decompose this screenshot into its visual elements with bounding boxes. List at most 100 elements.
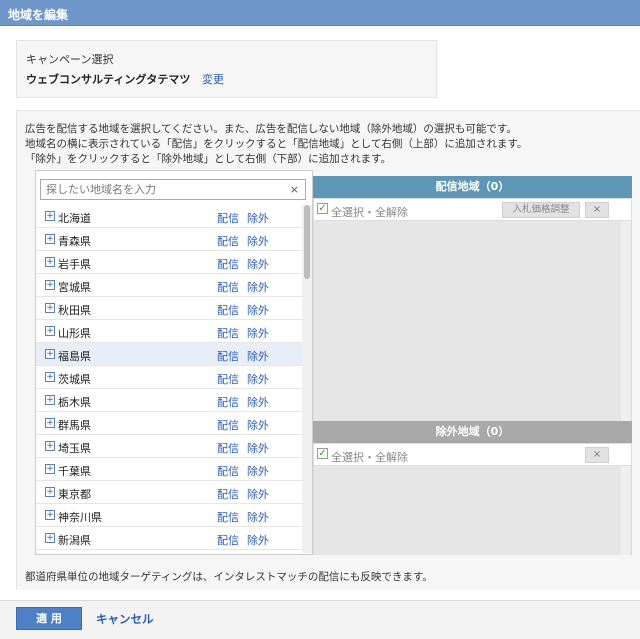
expand-icon[interactable]: + (45, 326, 55, 336)
delivery-remove-button[interactable]: × (585, 202, 609, 218)
region-row: + 岩手県 配信 除外 (36, 251, 302, 274)
expand-icon[interactable]: + (45, 464, 55, 474)
apply-button[interactable]: 適 用 (16, 607, 82, 630)
region-name: 秋田県 (58, 304, 91, 317)
region-name: 神奈川県 (58, 511, 102, 524)
deliver-link[interactable]: 配信 (217, 210, 239, 226)
region-row: + 青森県 配信 除外 (36, 228, 302, 251)
exclusion-toolbar: ✓ 全選択・全解除 × (313, 443, 632, 466)
exclude-link[interactable]: 除外 (247, 371, 269, 387)
delivery-select-all[interactable]: 全選択・全解除 (331, 204, 408, 220)
region-name: 宮城県 (58, 281, 91, 294)
region-name: 栃木県 (58, 396, 91, 409)
deliver-link[interactable]: 配信 (217, 509, 239, 525)
deliver-link[interactable]: 配信 (217, 256, 239, 272)
scrollbar-thumb[interactable] (304, 205, 310, 279)
expand-icon[interactable]: + (45, 395, 55, 405)
expand-icon[interactable]: + (45, 418, 55, 428)
exclude-link[interactable]: 除外 (247, 440, 269, 456)
expand-icon[interactable]: + (45, 533, 55, 543)
region-name: 茨城県 (58, 373, 91, 386)
campaign-name: ウェブコンサルティングタテマツ (26, 73, 191, 86)
exclude-link[interactable]: 除外 (247, 302, 269, 318)
cancel-link[interactable]: キャンセル (96, 611, 154, 627)
footer-bar: 適 用 キャンセル (0, 600, 640, 639)
region-name: 群馬県 (58, 419, 91, 432)
region-list-panel: × +北海道配信除外+青森県配信除外+岩手県配信除外+宮城県配信除外+秋田県配信… (35, 170, 313, 555)
region-row: + 群馬県 配信 除外 (36, 412, 302, 435)
region-name: 千葉県 (58, 465, 91, 478)
region-row: + 茨城県 配信 除外 (36, 366, 302, 389)
region-row: + 埼玉県 配信 除外 (36, 435, 302, 458)
region-row: + 福島県 配信 除外 (36, 343, 302, 366)
region-row: + 東京都 配信 除外 (36, 481, 302, 504)
region-name: 埼玉県 (58, 442, 91, 455)
exclude-link[interactable]: 除外 (247, 210, 269, 226)
exclusion-area-scrollbar[interactable] (621, 466, 630, 555)
region-row: + 千葉県 配信 除外 (36, 458, 302, 481)
instruction-line-1: 広告を配信する地域を選択してください。また、広告を配信しない地域（除外地域）の選… (25, 123, 517, 135)
region-name: 北海道 (58, 212, 91, 225)
exclude-link[interactable]: 除外 (247, 417, 269, 433)
region-row: + 北海道 配信 除外 (36, 205, 302, 228)
deliver-link[interactable]: 配信 (217, 233, 239, 249)
exclude-link[interactable]: 除外 (247, 463, 269, 479)
deliver-link[interactable]: 配信 (217, 302, 239, 318)
exclude-link[interactable]: 除外 (247, 256, 269, 272)
expand-icon[interactable]: + (45, 349, 55, 359)
region-row: + 栃木県 配信 除外 (36, 389, 302, 412)
window-title-bar: 地域を編集 (0, 0, 640, 26)
instruction-line-3: 「除外」をクリックすると「除外地域」として右側（下部）に追加されます。 (25, 153, 392, 165)
region-search-input[interactable] (41, 180, 281, 199)
exclude-link[interactable]: 除外 (247, 394, 269, 410)
exclude-link[interactable]: 除外 (247, 532, 269, 548)
deliver-link[interactable]: 配信 (217, 440, 239, 456)
region-name: 岩手県 (58, 258, 91, 271)
expand-icon[interactable]: + (45, 211, 55, 221)
exclude-link[interactable]: 除外 (247, 509, 269, 525)
deliver-link[interactable]: 配信 (217, 325, 239, 341)
exclude-link[interactable]: 除外 (247, 325, 269, 341)
bid-adjust-button[interactable]: 入札価格調整 (502, 202, 580, 218)
exclude-link[interactable]: 除外 (247, 486, 269, 502)
campaign-change-link[interactable]: 変更 (202, 71, 224, 87)
expand-icon[interactable]: + (45, 487, 55, 497)
deliver-link[interactable]: 配信 (217, 417, 239, 433)
delivery-regions-header: 配信地域（0） (313, 176, 632, 198)
checkbox-icon[interactable]: ✓ (317, 203, 328, 214)
region-editor-panel: 広告を配信する地域を選択してください。また、広告を配信しない地域（除外地域）の選… (16, 110, 640, 590)
exclude-link[interactable]: 除外 (247, 279, 269, 295)
region-row: + 宮城県 配信 除外 (36, 274, 302, 297)
deliver-link[interactable]: 配信 (217, 279, 239, 295)
expand-icon[interactable]: + (45, 510, 55, 520)
excluded-regions-area (313, 466, 632, 555)
deliver-link[interactable]: 配信 (217, 532, 239, 548)
region-name: 新潟県 (58, 534, 91, 547)
expand-icon[interactable]: + (45, 303, 55, 313)
deliver-link[interactable]: 配信 (217, 371, 239, 387)
exclusion-remove-button[interactable]: × (585, 447, 609, 463)
deliver-link[interactable]: 配信 (217, 486, 239, 502)
expand-icon[interactable]: + (45, 234, 55, 244)
checkbox-icon[interactable]: ✓ (317, 448, 328, 459)
region-name: 山形県 (58, 327, 91, 340)
expand-icon[interactable]: + (45, 280, 55, 290)
deliver-link[interactable]: 配信 (217, 394, 239, 410)
expand-icon[interactable]: + (45, 372, 55, 382)
expand-icon[interactable]: + (45, 257, 55, 267)
region-row: + 山形県 配信 除外 (36, 320, 302, 343)
region-row: + 秋田県 配信 除外 (36, 297, 302, 320)
exclude-link[interactable]: 除外 (247, 348, 269, 364)
deliver-link[interactable]: 配信 (217, 463, 239, 479)
deliver-link[interactable]: 配信 (217, 348, 239, 364)
region-row: + 新潟県 配信 除外 (36, 527, 302, 550)
clear-icon[interactable]: × (290, 183, 299, 196)
selected-regions-panel: 配信地域（0） ✓ 全選択・全解除 入札価格調整 × 除外地域（0） ✓ 全選択… (313, 170, 632, 555)
delivery-area-scrollbar[interactable] (621, 221, 630, 421)
window-title: 地域を編集 (8, 8, 69, 22)
region-list-scrollbar[interactable] (302, 205, 312, 553)
expand-icon[interactable]: + (45, 441, 55, 451)
delivery-toolbar: ✓ 全選択・全解除 入札価格調整 × (313, 198, 632, 221)
exclude-link[interactable]: 除外 (247, 233, 269, 249)
exclusion-select-all[interactable]: 全選択・全解除 (331, 449, 408, 465)
